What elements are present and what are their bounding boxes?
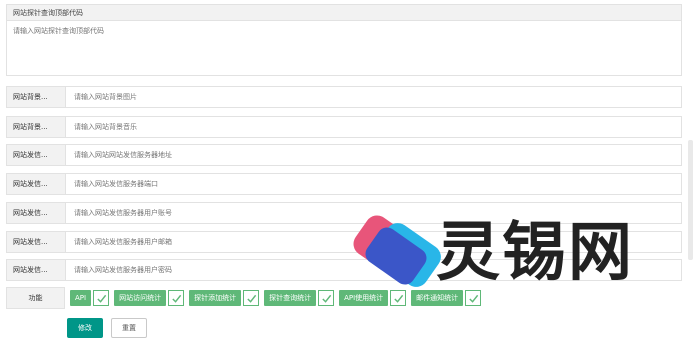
feature-checkbox-api[interactable]: API — [70, 290, 110, 306]
reset-button[interactable]: 重置 — [111, 318, 147, 338]
features-label: 功能 — [6, 287, 65, 309]
feature-checkbox-site-visits[interactable]: 网站访问统计 — [114, 290, 185, 306]
checkbox-label: 探针添加统计 — [189, 290, 242, 306]
bg-image-input[interactable] — [65, 86, 682, 108]
check-icon — [318, 290, 335, 306]
feature-checkbox-probe-query[interactable]: 探针查询统计 — [264, 290, 335, 306]
field-label: 网站背景... — [6, 116, 65, 138]
checkbox-label: API — [70, 290, 92, 306]
form-row-bg-music: 网站背景... — [6, 116, 682, 138]
field-label: 网站发信... — [6, 231, 65, 253]
checkbox-label: 网站访问统计 — [114, 290, 167, 306]
field-label: 网站发信... — [6, 202, 65, 224]
form-row-smtp-port: 网站发信... — [6, 173, 682, 195]
check-icon — [243, 290, 260, 306]
checkbox-label: 探针查询统计 — [264, 290, 317, 306]
check-icon — [168, 290, 185, 306]
feature-checkbox-probe-add[interactable]: 探针添加统计 — [189, 290, 260, 306]
form-row-bg-image: 网站背景... — [6, 86, 682, 108]
bg-music-input[interactable] — [65, 116, 682, 138]
watermark-text: 灵锡网 — [436, 216, 634, 290]
top-code-title: 网站探针查询顶部代码 — [13, 9, 83, 17]
top-code-textarea[interactable] — [6, 20, 682, 76]
field-label: 网站发信... — [6, 173, 65, 195]
form-row-smtp-host: 网站发信... — [6, 144, 682, 166]
top-code-header: 网站探针查询顶部代码 — [6, 4, 682, 20]
scrollbar-thumb[interactable] — [688, 140, 693, 260]
field-label: 网站发信... — [6, 144, 65, 166]
field-label: 网站背景... — [6, 86, 65, 108]
submit-button[interactable]: 修改 — [67, 318, 103, 338]
field-label: 网站发信... — [6, 259, 65, 281]
check-icon — [93, 290, 110, 306]
smtp-host-input[interactable] — [65, 144, 682, 166]
smtp-port-input[interactable] — [65, 173, 682, 195]
